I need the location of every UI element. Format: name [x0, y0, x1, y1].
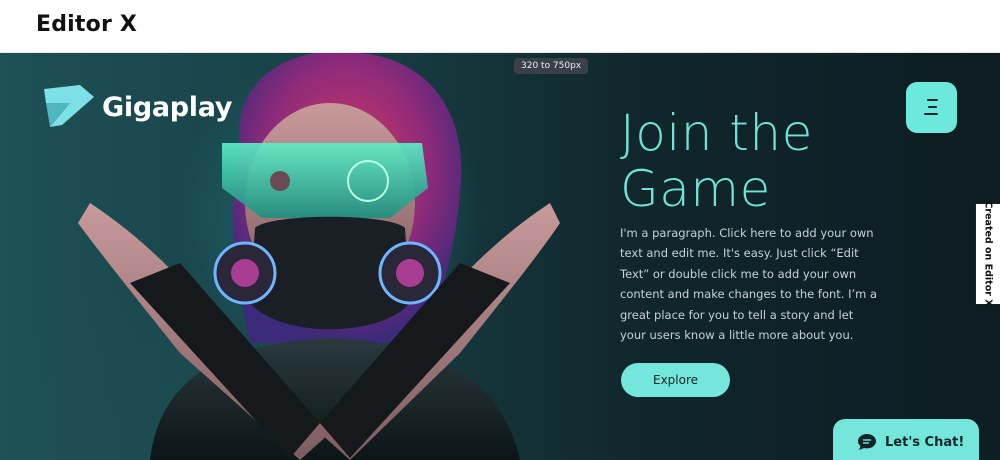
hamburger-menu-icon: [927, 99, 938, 101]
menu-button[interactable]: [906, 82, 957, 133]
gigaplay-logo-icon: [44, 85, 94, 127]
breakpoint-tag: 320 to 750px: [514, 58, 589, 74]
chat-label: Let's Chat!: [885, 434, 965, 450]
hero-title-line2: Game: [620, 160, 771, 218]
chat-bubble-icon: [858, 434, 876, 450]
chat-button[interactable]: Let's Chat!: [833, 419, 979, 460]
explore-button[interactable]: Explore: [621, 363, 730, 397]
hamburger-menu-icon-line3: [924, 113, 938, 115]
hero-section: 320 to 750px Gigaplay Join the Game I'm …: [0, 53, 1000, 460]
top-bar: Editor X: [0, 0, 1000, 53]
editor-x-logo[interactable]: Editor X: [36, 12, 137, 37]
logo-text: Gigaplay: [102, 91, 233, 123]
created-on-editor-x-tag[interactable]: Created on Editor X: [975, 201, 1000, 307]
hamburger-menu-icon-line2: [928, 106, 937, 108]
hero-title: Join the Game: [620, 105, 813, 217]
hero-title-line1: Join the: [620, 104, 813, 162]
gigaplay-logo[interactable]: Gigaplay: [40, 81, 232, 133]
hero-paragraph: I'm a paragraph. Click here to add your …: [620, 226, 878, 343]
created-tag-label: Created on Editor X: [982, 201, 994, 307]
